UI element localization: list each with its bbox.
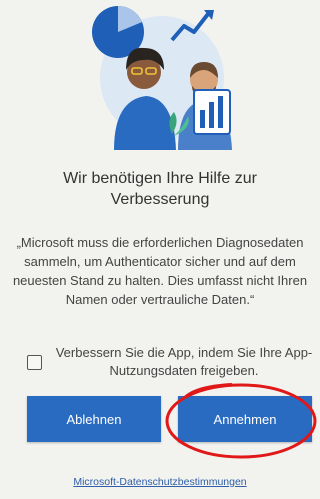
annotation-circle [165,383,317,459]
dialog-title: Wir benötigen Ihre Hilfe zur Verbesserun… [63,170,257,208]
usage-data-consent[interactable]: Verbessern Sie die App, indem Sie Ihre A… [25,344,315,384]
analytics-illustration [92,6,232,150]
consent-screen: Wir benötigen Ihre Hilfe zur Verbesserun… [0,0,320,499]
dialog-body: „Microsoft muss die erforderlichen Diagn… [12,235,308,307]
decline-button[interactable]: Ablehnen [27,396,161,442]
usage-data-checkbox-label: Verbessern Sie die App, indem Sie Ihre A… [55,345,313,378]
usage-data-checkbox[interactable] [27,355,42,370]
bar-chart-icon [193,89,231,135]
privacy-statement-link[interactable]: Microsoft-Datenschutzbestimmungen [0,476,320,488]
